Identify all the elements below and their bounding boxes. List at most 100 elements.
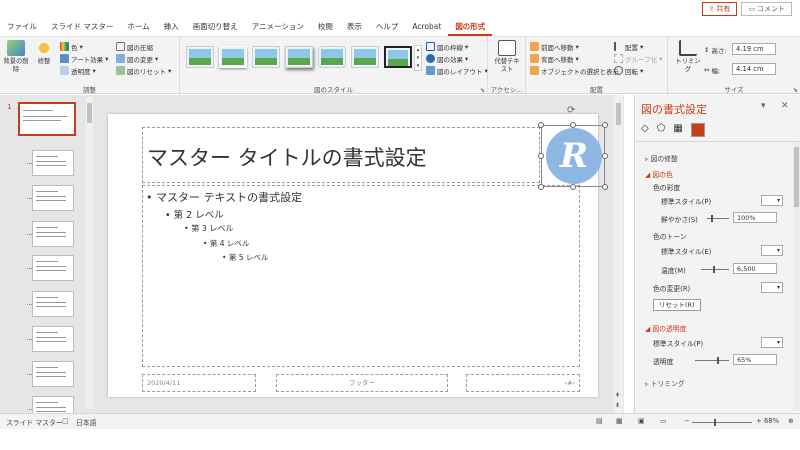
tab-2[interactable]: ホーム: [120, 18, 156, 36]
zoom-level[interactable]: 68%: [764, 417, 779, 425]
reading-view-icon[interactable]: ▣: [638, 417, 644, 425]
fill-line-tab-icon[interactable]: ◇: [641, 123, 649, 137]
transparency-button[interactable]: 透明度 ▾: [60, 65, 96, 76]
reset-picture-button[interactable]: 図のリセット ▾: [116, 65, 171, 76]
recolor-dropdown[interactable]: ▾: [761, 282, 783, 293]
rotate-handle-icon[interactable]: ⟳: [567, 105, 575, 116]
picture-tab-icon[interactable]: [690, 123, 705, 137]
chevron-down-icon: ▾: [575, 42, 579, 51]
effects-tab-icon[interactable]: ⬠: [657, 123, 666, 137]
page-number-placeholder[interactable]: ‹#›: [466, 374, 580, 392]
pane-options-icon[interactable]: ▾: [761, 101, 766, 111]
pane-title: 図の書式設定: [641, 103, 707, 116]
picture-style-4[interactable]: [285, 46, 313, 68]
picture-layout-button[interactable]: 図のレイアウト ▾: [426, 65, 488, 76]
comments-button[interactable]: ▭ コメント: [741, 2, 792, 16]
normal-view-icon[interactable]: ▤: [596, 417, 602, 425]
thumbnail-scrollbar[interactable]: [86, 97, 93, 409]
tab-0[interactable]: ファイル: [0, 18, 44, 36]
picture-border-button[interactable]: 図の枠線 ▾: [426, 41, 468, 52]
reset-button[interactable]: リセット(R): [653, 299, 701, 311]
transparency-slider[interactable]: [695, 357, 729, 364]
tab-5[interactable]: アニメーション: [245, 18, 311, 36]
canvas-scrollbar[interactable]: ⇞ ⇟: [614, 95, 623, 413]
body-placeholder[interactable]: • マスター テキストの書式設定 • 第 2 レベル • 第 3 レベル • 第…: [142, 185, 580, 367]
change-picture-button[interactable]: 図の変更 ▾: [116, 53, 158, 64]
rotate-button[interactable]: 回転 ▾: [614, 65, 643, 76]
tab-10[interactable]: 図の形式: [448, 18, 493, 36]
color-button[interactable]: 色 ▾: [60, 41, 83, 52]
width-input[interactable]: 4.14 cm: [732, 63, 776, 75]
tab-6[interactable]: 校閲: [311, 18, 340, 36]
layout-thumbnail[interactable]: [27, 150, 74, 176]
selection-pane-button[interactable]: オブジェクトの選択と表示: [530, 65, 619, 76]
master-thumbnail[interactable]: [18, 102, 76, 136]
close-icon[interactable]: ✕: [781, 101, 789, 111]
saturation-input[interactable]: 100%: [733, 212, 777, 223]
alt-text-button[interactable]: 代替テキスト: [492, 40, 522, 74]
temperature-slider[interactable]: [701, 266, 729, 273]
picture-style-7[interactable]: [384, 46, 412, 68]
share-button[interactable]: ⇪ 共有: [701, 2, 738, 16]
tone-preset-label: 標準スタイル(E): [661, 248, 712, 256]
rotate-icon: [614, 66, 623, 75]
footer-placeholder[interactable]: フッター: [276, 374, 448, 392]
picture-style-1[interactable]: [186, 46, 214, 68]
layout-thumbnail[interactable]: [27, 361, 74, 387]
corrections-button[interactable]: 修整: [30, 40, 58, 66]
picture-layout-label: 図のレイアウト: [437, 67, 483, 76]
tab-4[interactable]: 画面切り替え: [186, 18, 245, 36]
slide-sorter-icon[interactable]: ▦: [616, 417, 622, 425]
tone-preset-dropdown[interactable]: ▾: [761, 245, 783, 256]
temperature-input[interactable]: 6,500: [733, 263, 777, 274]
picture-style-5[interactable]: [318, 46, 346, 68]
date-placeholder[interactable]: 2020/4/11: [142, 374, 256, 392]
chevron-down-icon: ▾: [776, 284, 780, 291]
bring-forward-button[interactable]: 前面へ移動 ▾: [530, 41, 579, 52]
layout-thumbnail[interactable]: [27, 185, 74, 211]
size-properties-tab-icon[interactable]: ▦: [673, 123, 682, 137]
tab-3[interactable]: 挿入: [157, 18, 186, 36]
selected-picture[interactable]: R: [538, 122, 608, 190]
tab-1[interactable]: スライド マスター: [44, 18, 120, 36]
slideshow-icon[interactable]: ▭: [660, 417, 666, 425]
section-picture-color[interactable]: ◢ 図の色: [645, 169, 673, 179]
tab-7[interactable]: 表示: [340, 18, 369, 36]
accessibility-status-icon[interactable]: ▢: [62, 417, 68, 425]
tab-8[interactable]: ヘルプ: [369, 18, 406, 36]
section-crop[interactable]: ▹ トリミング: [645, 378, 685, 388]
picture-style-6[interactable]: [351, 46, 379, 68]
transparency-input[interactable]: 65%: [733, 354, 777, 365]
group-button[interactable]: グループ化 ▾: [614, 53, 662, 64]
picture-style-2[interactable]: [219, 46, 247, 68]
section-picture-transparency[interactable]: ◢ 図の透明度: [645, 323, 686, 333]
title-placeholder[interactable]: マスター タイトルの書式設定: [142, 127, 540, 183]
remove-background-button[interactable]: 背景の削除: [2, 40, 30, 74]
section-picture-corrections[interactable]: ▹ 図の修整: [645, 153, 678, 163]
fit-to-window-icon[interactable]: ⊕: [788, 417, 794, 425]
size-dialog-launcher-icon[interactable]: ⬊: [793, 87, 798, 94]
tab-9[interactable]: Acrobat: [405, 18, 448, 36]
transparency-preset-dropdown[interactable]: ▾: [761, 337, 783, 348]
gallery-scroll[interactable]: ▴ ▾ ▾: [414, 45, 422, 71]
picture-style-3[interactable]: [252, 46, 280, 68]
align-button[interactable]: 配置 ▾: [614, 41, 643, 52]
layout-thumbnail[interactable]: [27, 291, 74, 317]
layout-thumbnail[interactable]: [27, 255, 74, 281]
art-effects-button[interactable]: アート効果 ▾: [60, 53, 108, 64]
saturation-slider[interactable]: [707, 215, 729, 222]
language-label[interactable]: 日本語: [76, 417, 96, 427]
pane-scrollbar[interactable]: [793, 143, 800, 411]
saturation-preset-dropdown[interactable]: ▾: [761, 195, 783, 206]
zoom-in-icon[interactable]: +: [756, 417, 762, 425]
height-input[interactable]: 4.19 cm: [732, 43, 776, 55]
send-backward-button[interactable]: 背面へ移動 ▾: [530, 53, 579, 64]
layout-thumbnail[interactable]: [27, 326, 74, 352]
crop-button[interactable]: トリミング: [674, 40, 702, 74]
zoom-slider[interactable]: [692, 419, 752, 426]
zoom-out-icon[interactable]: −: [684, 417, 690, 425]
picture-effects-button[interactable]: 図の効果 ▾: [426, 53, 468, 64]
compress-pictures-button[interactable]: 図の圧縮: [116, 41, 153, 52]
layout-thumbnail[interactable]: [27, 221, 74, 247]
dialog-launcher-icon[interactable]: ⬊: [480, 87, 485, 94]
